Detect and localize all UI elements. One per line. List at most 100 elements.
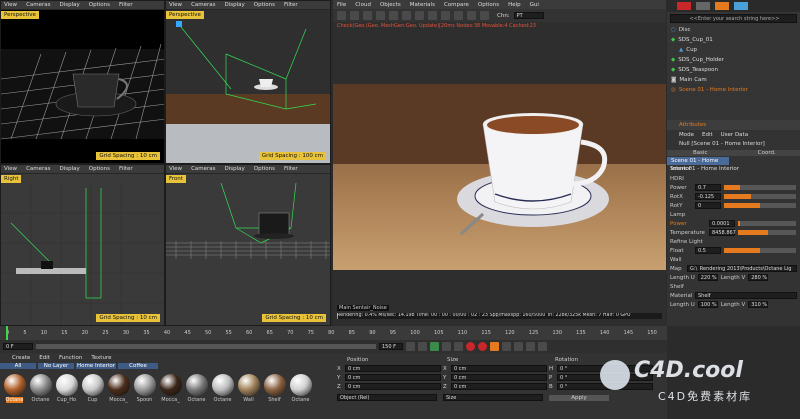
object-disc[interactable]: ○ Disc (667, 25, 800, 35)
autokey-icon[interactable] (478, 342, 487, 351)
menu-view[interactable]: View (4, 2, 17, 8)
roty-field[interactable]: 0 (695, 202, 721, 209)
length-v-field[interactable]: 310 % (748, 301, 769, 308)
zoom-icon[interactable] (454, 11, 463, 20)
menu-gui[interactable]: Gui (530, 2, 539, 8)
cube-icon[interactable] (415, 11, 424, 20)
object-teaspoon[interactable]: ◆ SDS_Teaspoon (667, 65, 800, 75)
material-item[interactable]: Cup (80, 374, 105, 403)
length-u-field[interactable]: 220 % (697, 274, 718, 281)
stop-icon[interactable] (376, 11, 385, 20)
next-frame-icon[interactable] (442, 342, 451, 351)
search-input[interactable]: <<Enter your search string here>> (670, 14, 797, 23)
temperature-row[interactable]: Temperature 8458.867 (667, 228, 800, 237)
menu-options[interactable]: Options (254, 166, 275, 172)
coord-field[interactable]: 0 cm (345, 383, 441, 390)
material-menu[interactable]: Create Edit Function Texture (0, 353, 333, 362)
filter-coffee[interactable]: Coffee (118, 363, 158, 369)
rotate-key-icon[interactable] (514, 342, 523, 351)
object-scene[interactable]: ◎ Scene 01 - Home Interior (667, 85, 800, 95)
material-item[interactable]: Octane (288, 374, 313, 403)
viewport-menu[interactable]: View Cameras Display Options Filter (1, 165, 164, 174)
range-slider[interactable] (36, 344, 376, 349)
length-row[interactable]: Length U 220 % Length V 280 % (667, 273, 800, 282)
rotx-slider[interactable] (724, 194, 796, 199)
material-row[interactable]: Material Shelf (667, 291, 800, 300)
send-icon[interactable] (350, 11, 359, 20)
filter-home-interior[interactable]: Home Interior (76, 363, 116, 369)
coord-field[interactable]: 0 cm (451, 365, 547, 372)
attributes-tabs[interactable]: Mode Edit User Data (667, 130, 800, 139)
menu-texture[interactable]: Texture (91, 355, 111, 361)
float-slider[interactable] (724, 248, 796, 253)
temperature-field[interactable]: 8458.867 (709, 229, 736, 236)
menu-filter[interactable]: Filter (119, 2, 133, 8)
chn-select[interactable]: PT (513, 12, 544, 19)
menu-help[interactable]: Help (508, 2, 521, 8)
float-field[interactable]: 0.5 (695, 247, 721, 254)
length-v-field[interactable]: 280 % (748, 274, 769, 281)
viewport-perspective-1[interactable]: View Cameras Display Options Filter Pers… (0, 0, 165, 164)
menu-cameras[interactable]: Cameras (191, 2, 215, 8)
tab-mode[interactable]: Mode (679, 132, 694, 138)
menu-filter[interactable]: Filter (284, 2, 298, 8)
power-row[interactable]: Power 0.7 (667, 183, 800, 192)
object-main-cam[interactable]: ◙ Main Cam (667, 75, 800, 85)
power-slider[interactable] (724, 185, 796, 190)
param-key-icon[interactable] (538, 342, 547, 351)
roty-row[interactable]: RotY 0 (667, 201, 800, 210)
menu-display[interactable]: Display (60, 166, 80, 172)
rotx-row[interactable]: RotX -0.125 (667, 192, 800, 201)
end-frame[interactable]: 150 F (379, 343, 403, 350)
render-menu[interactable]: File Cloud Objects Materials Compare Opt… (333, 0, 666, 9)
viewport-menu[interactable]: View Cameras Display Options Filter (166, 1, 330, 10)
menu-compare[interactable]: Compare (444, 2, 469, 8)
lamp-power-row[interactable]: Power 0.0001 (667, 219, 800, 228)
tab-edit[interactable]: Edit (702, 132, 713, 138)
grey-icon[interactable] (696, 2, 710, 10)
menu-display[interactable]: Display (60, 2, 80, 8)
coord-mode-select[interactable]: Object (Rel) (337, 394, 437, 401)
scale-key-icon[interactable] (526, 342, 535, 351)
first-frame-icon[interactable] (406, 342, 415, 351)
object-cup-holder[interactable]: ◆ SDS_Cup_Holder (667, 55, 800, 65)
rotx-field[interactable]: -0.125 (695, 193, 721, 200)
menu-create[interactable]: Create (12, 355, 30, 361)
settings-icon[interactable] (337, 11, 346, 20)
lamp-power-field[interactable]: 0.0001 (709, 220, 735, 227)
timeline[interactable]: 0510152025303540455055606570758085909510… (0, 326, 667, 340)
power-field[interactable]: 0.7 (695, 184, 721, 191)
material-item[interactable]: Octane (210, 374, 235, 403)
menu-display[interactable]: Display (225, 166, 245, 172)
roty-slider[interactable] (724, 203, 796, 208)
menu-options[interactable]: Options (89, 2, 110, 8)
map-field[interactable]: G:\_Rendering 2013\Products\Octane Lig (687, 265, 797, 272)
record-icon[interactable] (677, 2, 691, 10)
viewport-perspective-2[interactable]: View Cameras Display Options Filter Pers… (165, 0, 331, 164)
length-u-field[interactable]: 100 % (697, 301, 718, 308)
material-item[interactable]: Shelf (262, 374, 287, 403)
menu-filter[interactable]: Filter (119, 166, 133, 172)
material-item[interactable]: Spoon (132, 374, 157, 403)
pause-icon[interactable] (363, 11, 372, 20)
material-item[interactable]: Octane (28, 374, 53, 403)
object-sds-cup[interactable]: ◆ SDS_Cup_01 (667, 35, 800, 45)
orange-icon[interactable] (715, 2, 729, 10)
filter-no-layer[interactable]: No Layer (38, 363, 74, 369)
menu-view[interactable]: View (169, 166, 182, 172)
material-item[interactable]: Cup_Ho (54, 374, 79, 403)
marker-icon[interactable] (467, 11, 476, 20)
coord-field[interactable]: 0 cm (451, 383, 547, 390)
lamp-power-slider[interactable] (738, 221, 796, 226)
size-mode-select[interactable]: Size (443, 394, 543, 401)
menu-objects[interactable]: Objects (380, 2, 401, 8)
menu-cameras[interactable]: Cameras (26, 166, 50, 172)
temperature-slider[interactable] (738, 230, 796, 235)
tab-scene[interactable]: Scene 01 - Home Interior (667, 157, 729, 172)
last-frame-icon[interactable] (454, 342, 463, 351)
menu-options[interactable]: Options (89, 166, 110, 172)
menu-view[interactable]: View (169, 2, 182, 8)
menu-view[interactable]: View (4, 166, 17, 172)
paint-icon[interactable] (734, 2, 748, 10)
menu-cameras[interactable]: Cameras (191, 166, 215, 172)
